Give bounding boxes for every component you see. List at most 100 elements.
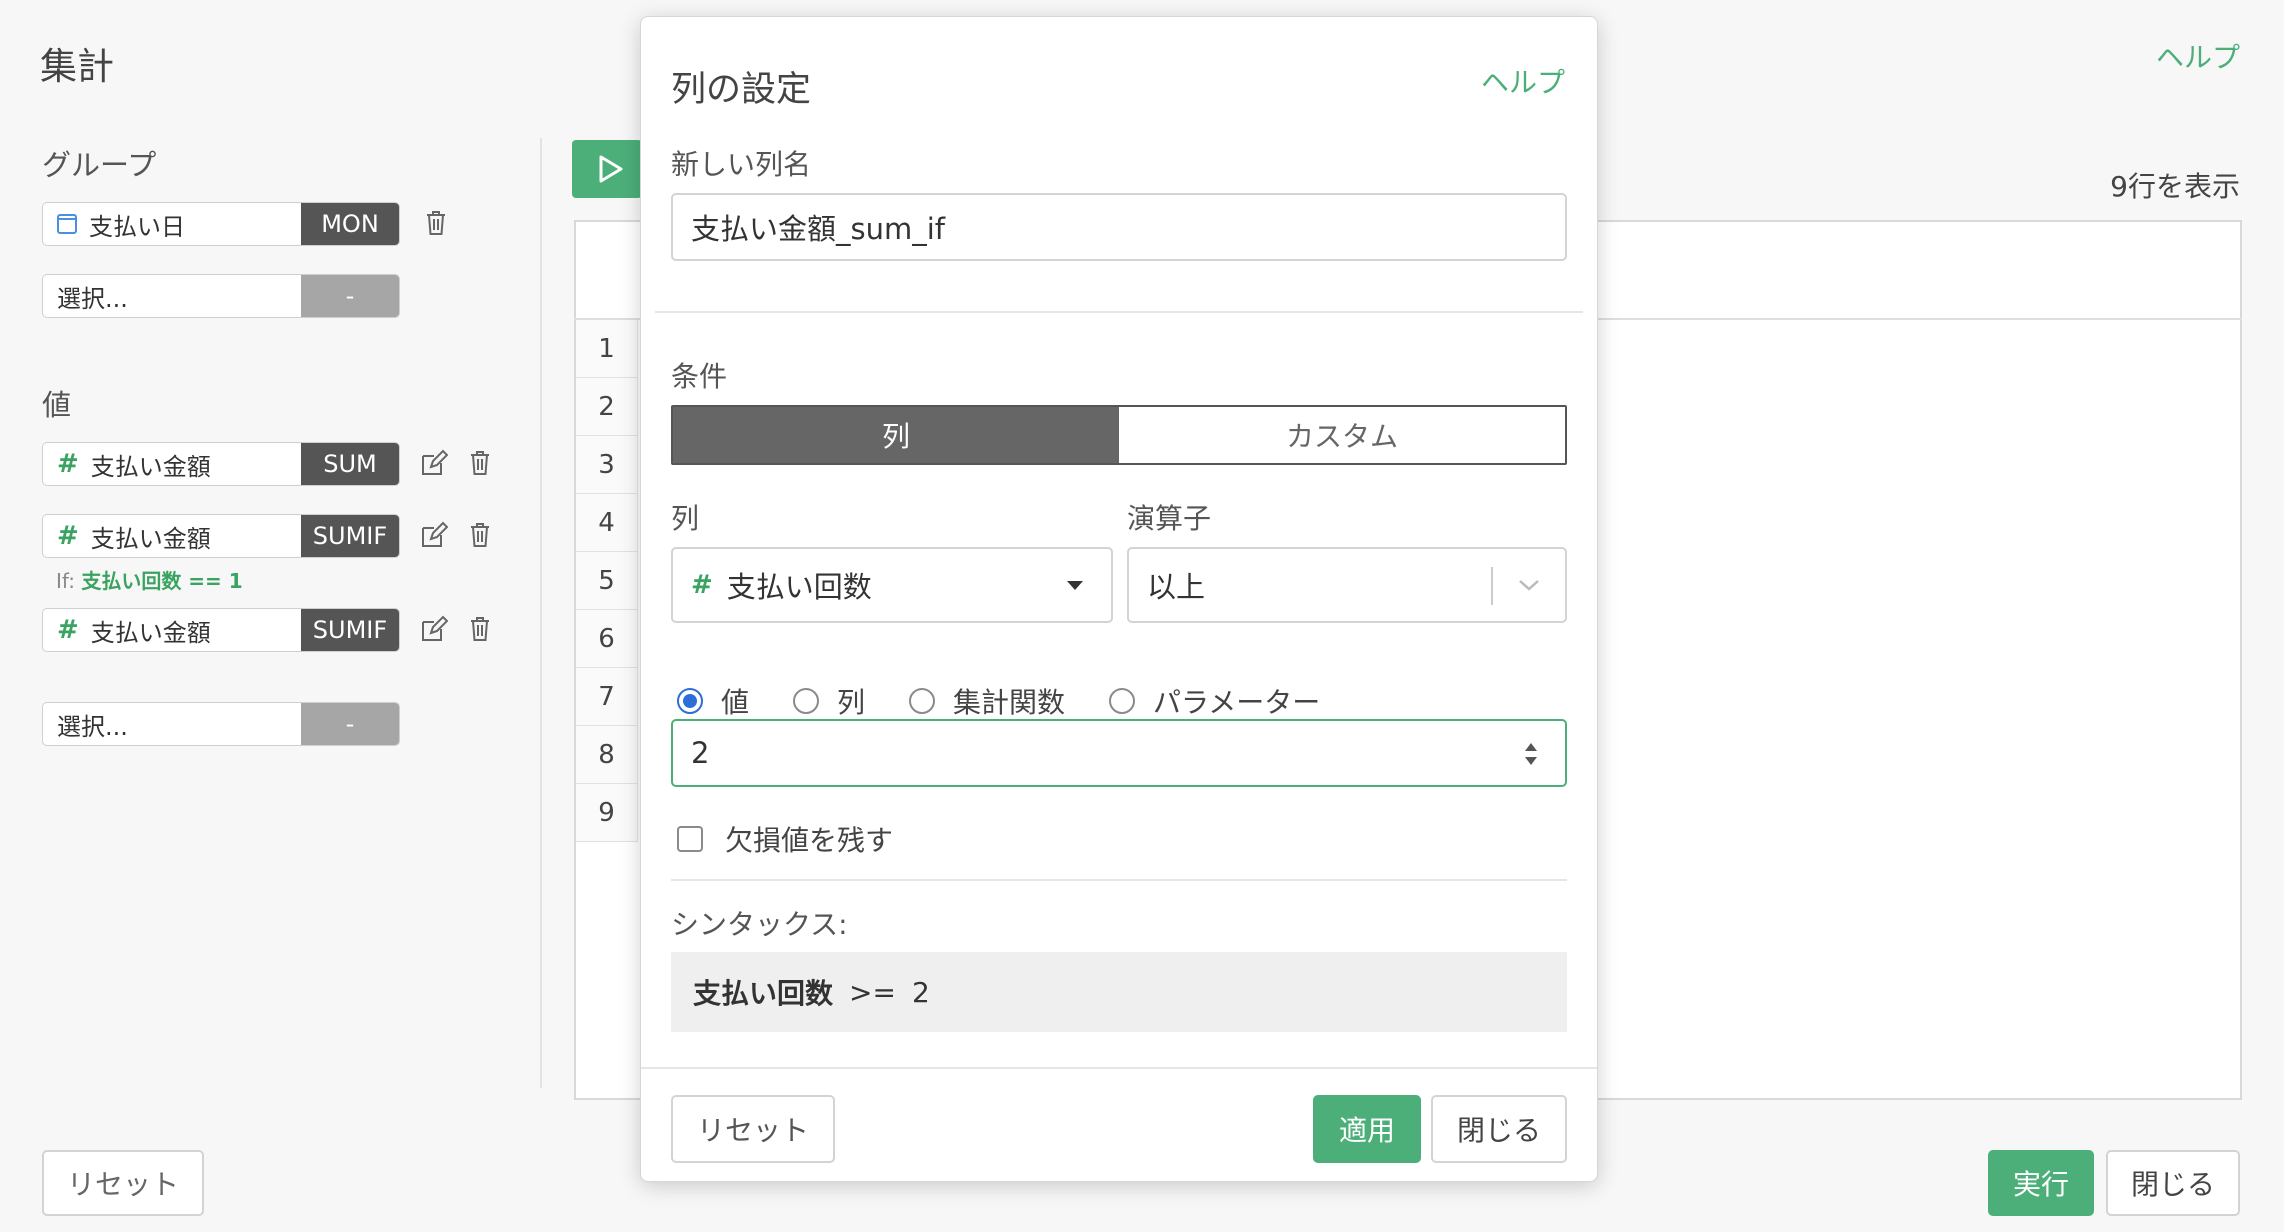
value-agg-empty[interactable]: - <box>301 703 399 745</box>
column-label: 列 <box>671 502 700 535</box>
column-select[interactable]: # 支払い回数 <box>671 547 1113 623</box>
dialog-close-button[interactable]: 閉じる <box>1431 1095 1567 1163</box>
group-select-placeholder: 選択... <box>57 284 128 313</box>
value-field-selector[interactable]: # 支払い金額 <box>43 515 301 557</box>
operator-label: 演算子 <box>1127 502 1212 535</box>
help-link[interactable]: ヘルプ <box>2156 36 2240 76</box>
run-button[interactable]: 実行 <box>1988 1150 2094 1216</box>
hash-icon: # <box>57 615 79 645</box>
value-field-select[interactable]: 選択... - <box>42 702 400 746</box>
group-select-field[interactable]: 選択... <box>43 275 301 317</box>
chevron-down-icon[interactable] <box>1517 577 1541 593</box>
select-separator <box>1491 567 1493 605</box>
value-field-pill[interactable]: # 支払い金額 SUMIF <box>42 608 400 652</box>
row-number: 4 <box>576 494 638 552</box>
syntax-operator: >= <box>849 975 896 1009</box>
value-agg-tag[interactable]: SUMIF <box>301 609 399 651</box>
group-field-select[interactable]: 選択... - <box>42 274 400 318</box>
trash-icon[interactable] <box>466 448 494 478</box>
row-number: 2 <box>576 378 638 436</box>
section-divider <box>671 879 1567 881</box>
syntax-preview: 支払い回数 >= 2 <box>671 952 1567 1032</box>
caret-down-icon <box>1067 581 1083 590</box>
edit-icon[interactable] <box>420 520 448 550</box>
page-title: 集計 <box>40 45 114 88</box>
radio-aggregate-function[interactable]: 集計関数 <box>909 681 1065 721</box>
row-number: 9 <box>576 784 638 842</box>
value-number-input[interactable]: 2 <box>671 719 1567 787</box>
if-condition: 支払い回数 == 1 <box>81 569 243 593</box>
operator-select[interactable]: 以上 <box>1127 547 1567 623</box>
trash-icon[interactable] <box>466 520 494 550</box>
tab-column[interactable]: 列 <box>673 407 1119 463</box>
value-agg-tag[interactable]: SUM <box>301 443 399 485</box>
play-icon <box>599 155 623 183</box>
calendar-icon <box>57 214 77 234</box>
hash-icon: # <box>691 570 713 600</box>
radio-value[interactable]: 値 <box>677 681 749 721</box>
syntax-value: 2 <box>911 975 930 1009</box>
new-column-value: 支払い金額_sum_if <box>691 212 946 246</box>
radio-button-checked[interactable] <box>677 688 703 714</box>
new-column-label: 新しい列名 <box>671 148 812 181</box>
keep-missing-checkbox[interactable] <box>677 826 703 852</box>
run-preview-button[interactable] <box>572 140 642 198</box>
trash-icon[interactable] <box>466 614 494 644</box>
value-field-selector[interactable]: # 支払い金額 <box>43 443 301 485</box>
panel-divider <box>540 138 542 1088</box>
value-field-name: 支払い金額 <box>90 452 211 481</box>
row-number: 7 <box>576 668 638 726</box>
edit-icon[interactable] <box>420 614 448 644</box>
radio-button[interactable] <box>1109 688 1136 714</box>
column-select-value: 支払い回数 <box>726 570 872 604</box>
column-settings-dialog: 列の設定 ヘルプ 新しい列名 支払い金額_sum_if 条件 列 カスタム 列 … <box>640 16 1598 1182</box>
dialog-title: 列の設定 <box>671 70 812 110</box>
hash-icon: # <box>57 521 79 551</box>
group-agg-tag[interactable]: MON <box>301 203 399 245</box>
dialog-reset-button[interactable]: リセット <box>671 1095 835 1163</box>
apply-button[interactable]: 適用 <box>1313 1095 1421 1163</box>
section-divider <box>655 311 1583 313</box>
group-agg-empty[interactable]: - <box>301 275 399 317</box>
row-number: 1 <box>576 320 638 378</box>
row-number: 6 <box>576 610 638 668</box>
condition-mode-toggle[interactable]: 列 カスタム <box>671 405 1567 465</box>
if-prefix: If: <box>56 569 75 593</box>
new-column-input[interactable]: 支払い金額_sum_if <box>671 193 1567 261</box>
reset-button[interactable]: リセット <box>42 1150 204 1216</box>
value-agg-tag[interactable]: SUMIF <box>301 515 399 557</box>
radio-label: 列 <box>837 686 866 719</box>
value-field-pill[interactable]: # 支払い金額 SUMIF <box>42 514 400 558</box>
close-button[interactable]: 閉じる <box>2106 1150 2240 1216</box>
row-number: 3 <box>576 436 638 494</box>
condition-label: 条件 <box>671 360 728 393</box>
radio-label: パラメーター <box>1153 686 1321 719</box>
keep-missing-option[interactable]: 欠損値を残す <box>677 819 893 859</box>
trash-icon[interactable] <box>422 208 450 238</box>
syntax-label: シンタックス: <box>671 908 848 941</box>
radio-button[interactable] <box>909 688 936 714</box>
hash-icon: # <box>57 449 79 479</box>
group-field-selector[interactable]: 支払い日 <box>43 203 301 245</box>
syntax-column: 支払い回数 <box>693 977 834 1010</box>
value-section-label: 値 <box>42 388 72 422</box>
value-field-name: 支払い金額 <box>90 618 211 647</box>
tab-custom[interactable]: カスタム <box>1119 407 1565 463</box>
value-field-pill[interactable]: # 支払い金額 SUM <box>42 442 400 486</box>
radio-label: 集計関数 <box>953 686 1066 719</box>
group-field-pill[interactable]: 支払い日 MON <box>42 202 400 246</box>
keep-missing-label: 欠損値を残す <box>725 824 894 857</box>
row-number: 5 <box>576 552 638 610</box>
value-field-selector[interactable]: # 支払い金額 <box>43 609 301 651</box>
dialog-help-link[interactable]: ヘルプ <box>1481 61 1565 101</box>
value-type-radio-group: 値 列 集計関数 パラメーター <box>677 681 1364 721</box>
value-field-name: 支払い金額 <box>90 524 211 553</box>
footer-divider <box>641 1067 1597 1069</box>
radio-button[interactable] <box>793 688 820 714</box>
value-select-field[interactable]: 選択... <box>43 703 301 745</box>
spinner-icon[interactable] <box>1523 739 1539 769</box>
radio-column[interactable]: 列 <box>793 681 865 721</box>
edit-icon[interactable] <box>420 448 448 478</box>
radio-parameter[interactable]: パラメーター <box>1109 681 1320 721</box>
if-condition-note: If: 支払い回数 == 1 <box>56 565 243 594</box>
